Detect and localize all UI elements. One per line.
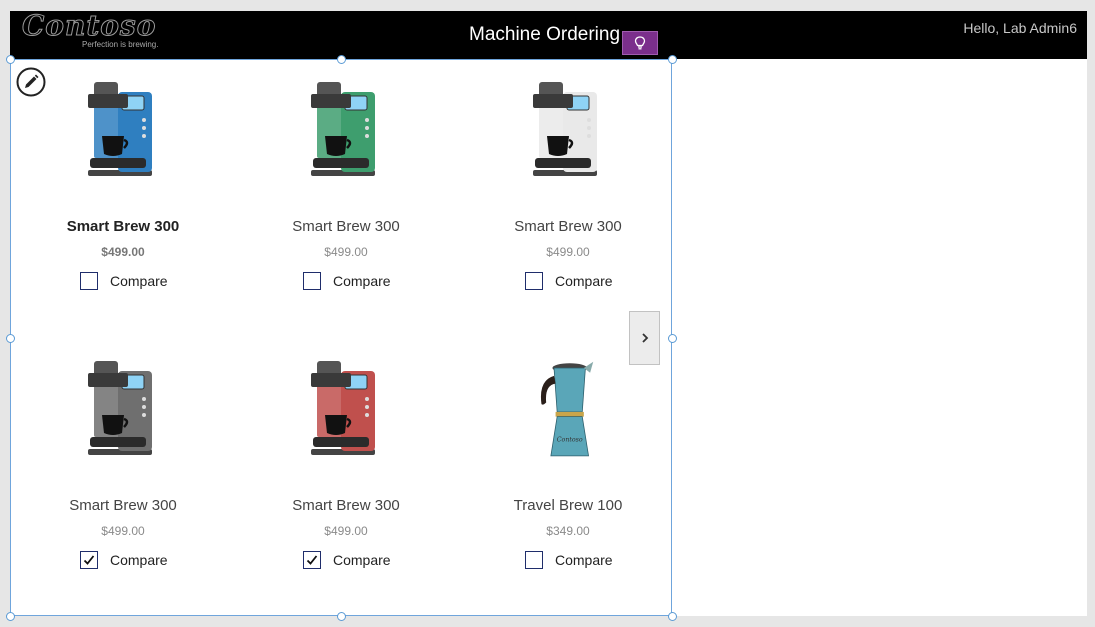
product-name: Smart Brew 300 [292, 218, 400, 235]
compare-label[interactable]: Compare [333, 552, 391, 568]
product-price: $499.00 [546, 245, 590, 259]
resize-handle[interactable] [337, 55, 346, 64]
resize-handle[interactable] [668, 55, 677, 64]
next-page-button[interactable] [629, 311, 660, 365]
gallery-item[interactable]: Smart Brew 300 $499.00 Compare [235, 60, 457, 330]
product-name: Smart Brew 300 [514, 218, 622, 235]
checkmark-icon [83, 555, 95, 565]
unchecked-box-icon[interactable] [525, 272, 543, 290]
product-image[interactable] [303, 357, 383, 459]
compare-label[interactable]: Compare [555, 552, 613, 568]
compare-checkbox[interactable]: Compare [525, 270, 613, 292]
product-name: Smart Brew 300 [69, 497, 177, 514]
product-image[interactable] [80, 357, 160, 459]
product-price: $499.00 [101, 524, 145, 538]
resize-handle[interactable] [668, 334, 677, 343]
product-image[interactable] [303, 78, 383, 180]
compare-label[interactable]: Compare [110, 273, 168, 289]
product-image[interactable] [80, 78, 160, 180]
page-title: Machine Ordering [469, 24, 621, 45]
checkmark-icon [306, 555, 318, 565]
contoso-logo: Contoso Perfection is brewing. [21, 9, 172, 53]
gallery-item[interactable]: Smart Brew 300 $499.00 Compare [12, 339, 234, 609]
compare-checkbox[interactable]: Compare [525, 549, 613, 571]
checked-box-icon[interactable] [80, 551, 98, 569]
gallery-item[interactable]: Smart Brew 300 $499.00 Compare [235, 339, 457, 609]
product-gallery[interactable]: Smart Brew 300 $499.00 Compare Smart Brew 3… [6, 55, 677, 621]
compare-label[interactable]: Compare [333, 273, 391, 289]
checked-box-icon[interactable] [303, 551, 321, 569]
ideas-button[interactable] [622, 31, 658, 55]
user-greeting: Hello, Lab Admin6 [963, 20, 1077, 36]
resize-handle[interactable] [6, 334, 15, 343]
product-name: Travel Brew 100 [513, 497, 623, 514]
product-price: $499.00 [324, 524, 368, 538]
lightbulb-icon [634, 36, 646, 50]
product-price: $499.00 [324, 245, 368, 259]
compare-checkbox[interactable]: Compare [80, 549, 168, 571]
compare-checkbox[interactable]: Compare [303, 270, 391, 292]
unchecked-box-icon[interactable] [525, 551, 543, 569]
app-header: Contoso Perfection is brewing. Machine O… [10, 9, 1087, 59]
compare-label[interactable]: Compare [110, 552, 168, 568]
unchecked-box-icon[interactable] [80, 272, 98, 290]
app-canvas: Contoso Perfection is brewing. Machine O… [6, 9, 1087, 621]
product-price: $349.00 [546, 524, 590, 538]
unchecked-box-icon[interactable] [303, 272, 321, 290]
logo-wordmark: Contoso [21, 9, 157, 43]
compare-label[interactable]: Compare [555, 273, 613, 289]
gallery-item[interactable]: Smart Brew 300 $499.00 Compare [457, 60, 679, 330]
compare-checkbox[interactable]: Compare [80, 270, 168, 292]
product-image[interactable]: Contoso [525, 357, 605, 459]
resize-handle[interactable] [6, 55, 15, 64]
resize-handle[interactable] [668, 612, 677, 621]
gallery-item[interactable]: Smart Brew 300 $499.00 Compare [12, 60, 234, 330]
product-price: $499.00 [101, 245, 145, 259]
product-image[interactable] [525, 78, 605, 180]
product-name: Smart Brew 300 [66, 218, 180, 235]
chevron-right-icon [641, 333, 648, 343]
resize-handle[interactable] [6, 612, 15, 621]
moka-pot-brand-text: Contoso [557, 437, 583, 444]
resize-handle[interactable] [337, 612, 346, 621]
gallery-item[interactable]: Contoso Travel Brew 100 $349.00 Compare [457, 339, 679, 609]
compare-checkbox[interactable]: Compare [303, 549, 391, 571]
product-name: Smart Brew 300 [292, 497, 400, 514]
logo-tagline: Perfection is brewing. [82, 40, 159, 49]
